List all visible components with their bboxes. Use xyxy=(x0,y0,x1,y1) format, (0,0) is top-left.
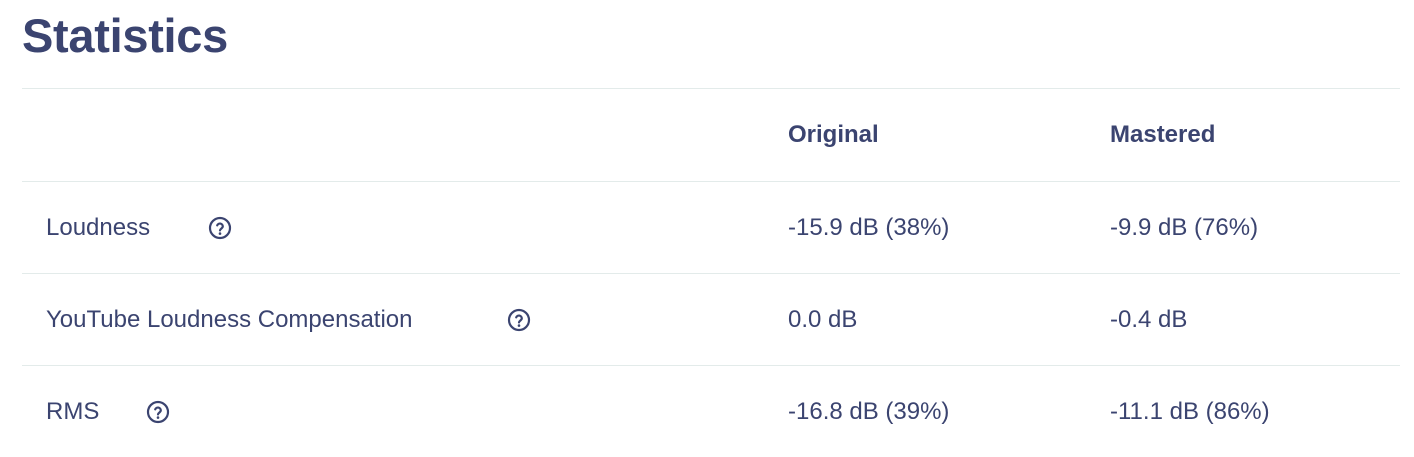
statistics-table: Original Mastered Loudness -15.9 dB (38%… xyxy=(22,88,1400,457)
row-mastered-value: -0.4 dB xyxy=(1110,305,1188,333)
help-circle-icon[interactable] xyxy=(208,216,232,240)
help-circle-icon[interactable] xyxy=(146,400,170,424)
row-mastered-value: -11.1 dB (86%) xyxy=(1110,397,1270,425)
table-row-rms: RMS -16.8 dB (39%) -11.1 dB (86%) xyxy=(22,365,1400,457)
table-header-row: Original Mastered xyxy=(22,88,1400,181)
header-original: Original xyxy=(788,121,879,148)
table-row-youtube-loudness-compensation: YouTube Loudness Compensation 0.0 dB -0.… xyxy=(22,273,1400,365)
row-label: Loudness xyxy=(46,213,151,241)
help-circle-icon[interactable] xyxy=(507,308,531,332)
page-title: Statistics xyxy=(22,9,228,62)
row-mastered-value: -9.9 dB (76%) xyxy=(1110,213,1259,241)
row-original-value: 0.0 dB xyxy=(788,305,858,333)
row-original-value: -15.9 dB (38%) xyxy=(788,213,950,241)
header-mastered: Mastered xyxy=(1110,121,1216,148)
row-original-value: -16.8 dB (39%) xyxy=(788,397,950,425)
table-row-loudness: Loudness -15.9 dB (38%) -9.9 dB (76%) xyxy=(22,181,1400,273)
row-label: RMS xyxy=(46,397,100,425)
row-label: YouTube Loudness Compensation xyxy=(46,305,413,333)
